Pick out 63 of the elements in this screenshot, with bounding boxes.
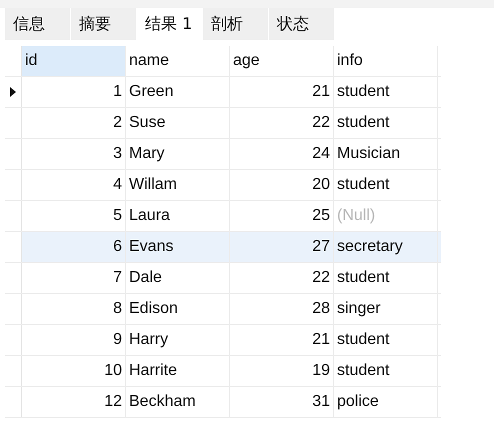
current-row-icon — [10, 87, 16, 97]
table-cell: 4 — [22, 170, 126, 200]
table-row[interactable]: 1 Green 21 student — [5, 77, 441, 108]
table-cell: 1 — [22, 77, 126, 107]
table-cell: student — [334, 263, 438, 293]
table-cell: student — [334, 108, 438, 138]
table-cell: student — [334, 325, 438, 355]
table-cell: 2 — [22, 108, 126, 138]
tab[interactable]: 剖析 — [203, 8, 269, 40]
table-row[interactable]: 12 Beckham 31 police — [5, 387, 441, 418]
table-cell: 3 — [22, 139, 126, 169]
table-cell: Evans — [126, 232, 230, 262]
column-header[interactable]: id — [22, 46, 126, 76]
table-cell: 20 — [230, 170, 334, 200]
table-row[interactable]: 8 Edison 28 singer — [5, 294, 441, 325]
table-cell: Edison — [126, 294, 230, 324]
table-row[interactable]: 4 Willam 20 student — [5, 170, 441, 201]
column-header[interactable]: name — [126, 46, 230, 76]
table-cell: 25 — [230, 201, 334, 231]
table-cell: Musician — [334, 139, 438, 169]
table-row[interactable]: 3 Mary 24 Musician — [5, 139, 441, 170]
table-cell: 6 — [22, 232, 126, 262]
table-cell: secretary — [334, 232, 438, 262]
table-cell: 7 — [22, 263, 126, 293]
column-header[interactable]: info — [334, 46, 438, 76]
table-cell: police — [334, 387, 438, 417]
table-cell: Green — [126, 77, 230, 107]
table-cell: Mary — [126, 139, 230, 169]
table-cell: 19 — [230, 356, 334, 386]
table-cell: Beckham — [126, 387, 230, 417]
table-cell: student — [334, 77, 438, 107]
table-cell: student — [334, 170, 438, 200]
table-row[interactable]: 10 Harrite 19 student — [5, 356, 441, 387]
table-cell: 22 — [230, 263, 334, 293]
table-cell: 28 — [230, 294, 334, 324]
table-row[interactable]: 7 Dale 22 student — [5, 263, 441, 294]
table-cell: Dale — [126, 263, 230, 293]
table-row[interactable]: 9 Harry 21 student — [5, 325, 441, 356]
table-cell: 31 — [230, 387, 334, 417]
table-cell: singer — [334, 294, 438, 324]
table-cell: 22 — [230, 108, 334, 138]
table-cell: 8 — [22, 294, 126, 324]
table-cell: student — [334, 356, 438, 386]
tab[interactable]: 状态 — [269, 8, 335, 40]
tab[interactable]: 信息 — [5, 8, 71, 40]
table-cell: 10 — [22, 356, 126, 386]
table-cell: Harry — [126, 325, 230, 355]
table-cell: 5 — [22, 201, 126, 231]
tab[interactable]: 摘要 — [71, 8, 137, 40]
table-row[interactable]: 6 Evans 27 secretary — [5, 232, 441, 263]
table-cell: 12 — [22, 387, 126, 417]
table-cell: Suse — [126, 108, 230, 138]
table-row[interactable]: 2 Suse 22 student — [5, 108, 441, 139]
column-header[interactable]: age — [230, 46, 334, 76]
table-cell: 21 — [230, 77, 334, 107]
table-cell: 27 — [230, 232, 334, 262]
table-cell: 9 — [22, 325, 126, 355]
table-cell: 21 — [230, 325, 334, 355]
table-cell: 24 — [230, 139, 334, 169]
table-cell: Laura — [126, 201, 230, 231]
table-cell: Harrite — [126, 356, 230, 386]
table-cell: Willam — [126, 170, 230, 200]
null-cell: (Null) — [334, 201, 438, 231]
